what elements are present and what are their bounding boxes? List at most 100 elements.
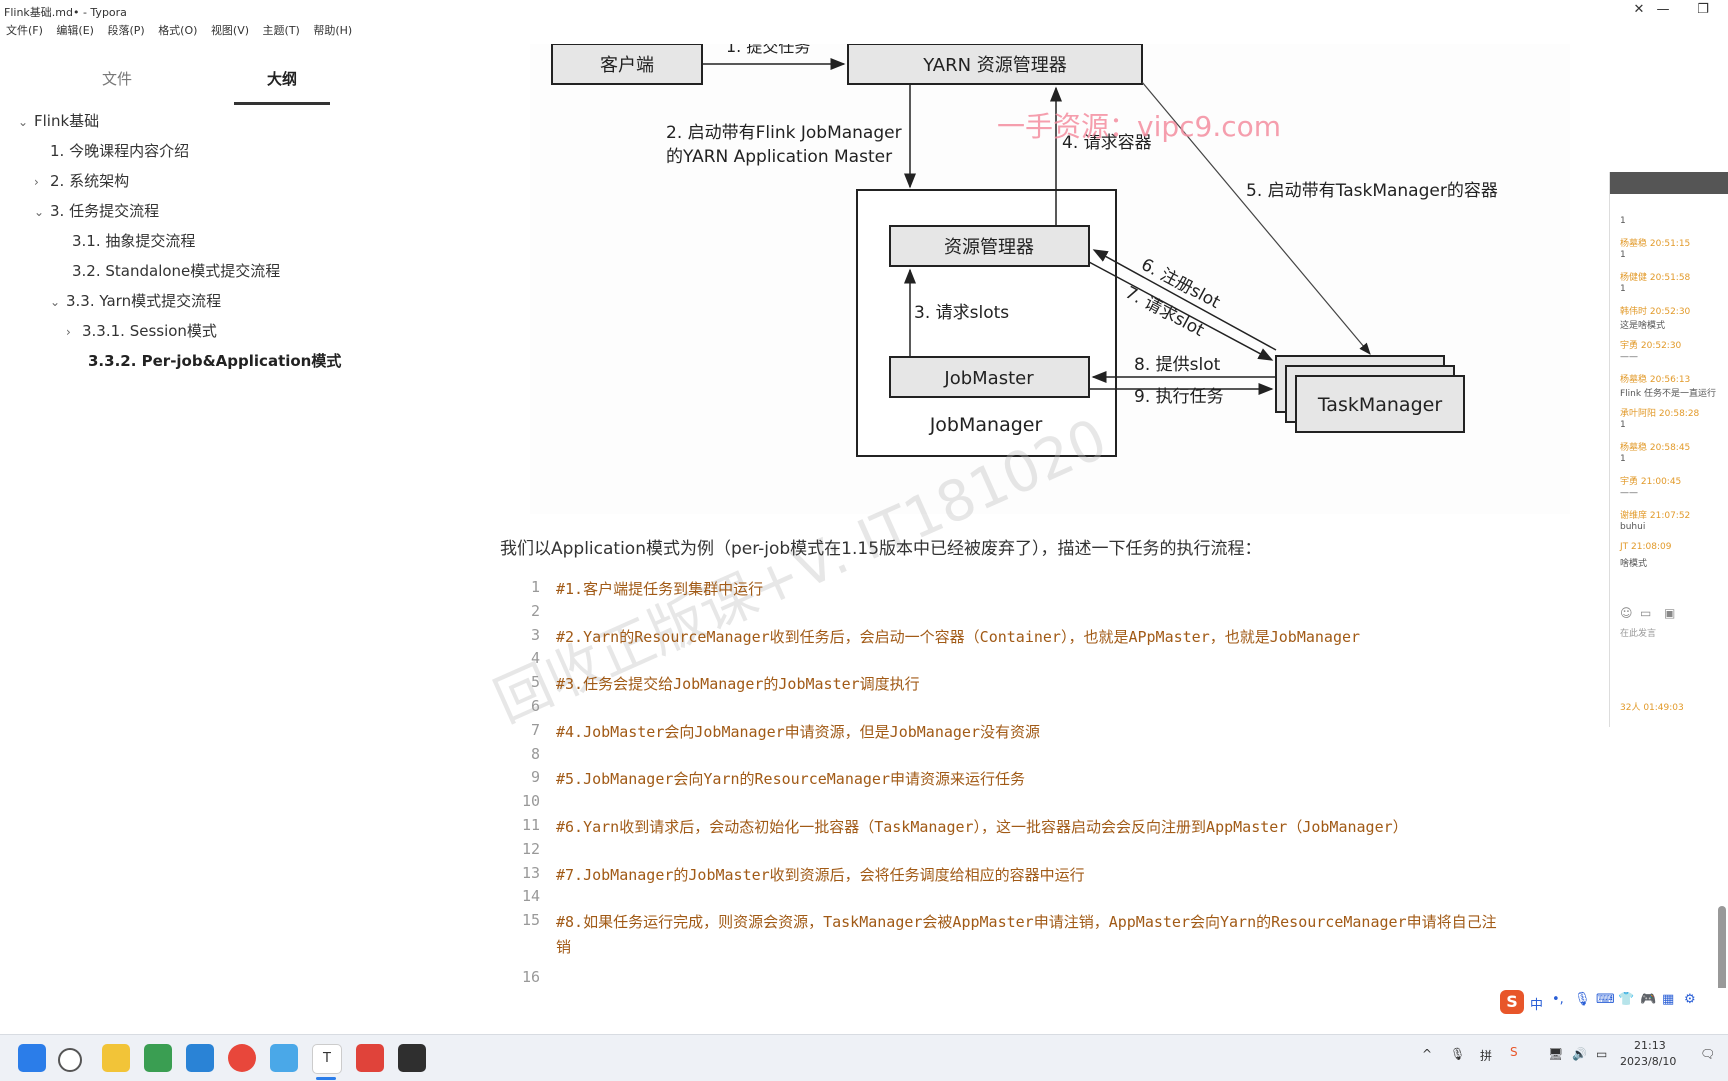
outline-item[interactable]: ⌄ 3. 任务提交流程 <box>34 200 159 221</box>
toolbox-icon[interactable]: ▦ <box>1662 992 1674 1007</box>
image-icon[interactable]: ▣ <box>1664 606 1675 620</box>
menu-format[interactable]: 格式(O) <box>158 24 197 37</box>
outline-label: 1. 今晚课程内容介绍 <box>50 142 190 160</box>
menu-paragraph[interactable]: 段落(P) <box>107 24 144 37</box>
jobmaster-label: JobMaster <box>943 368 1034 389</box>
chat-sender: 杨墓稳 20:56:13 <box>1620 375 1691 385</box>
title-bar: Flink基础.md• - Typora — ❐ <box>0 0 1728 22</box>
code-line[interactable]: 11 #6.Yarn收到请求后，会动态初始化一批容器（TaskManager），这… <box>500 816 1580 842</box>
line-number: 4 <box>530 649 540 667</box>
outline-label: 3.2. Standalone模式提交流程 <box>72 262 281 280</box>
settings-icon[interactable]: ⚙ <box>1684 992 1696 1007</box>
keyboard-icon[interactable]: ⌨ <box>1596 992 1615 1007</box>
search-icon[interactable] <box>58 1048 82 1072</box>
outline-label: 3.1. 抽象提交流程 <box>72 232 196 250</box>
clock-time[interactable]: 21:13 <box>1634 1039 1666 1052</box>
ime-mode[interactable]: 中 <box>1530 994 1543 1013</box>
remote-icon[interactable] <box>186 1044 214 1072</box>
sogou-tray-icon[interactable]: S <box>1510 1045 1518 1059</box>
code-line[interactable]: 10 <box>500 792 1580 818</box>
emoji-icon[interactable]: ☺ <box>1620 606 1633 620</box>
notification-icon[interactable]: 🗨 <box>1700 1047 1715 1061</box>
outline-item[interactable]: ⌄ 3.3. Yarn模式提交流程 <box>50 290 221 311</box>
code-line[interactable]: 16 <box>500 968 1580 994</box>
code-line[interactable]: 5 #3.任务会提交给JobManager的JobMaster调度执行 <box>500 673 1580 699</box>
line-number: 2 <box>530 602 540 620</box>
chat-sender: 韩伟时 20:52:30 <box>1620 307 1691 317</box>
chat-sender: 承叶阿阳 20:58:28 <box>1620 409 1700 419</box>
code-line[interactable]: 12 <box>500 840 1580 866</box>
line-number: 1 <box>530 578 540 596</box>
code-text: #4.JobMaster会向JobManager申请资源，但是JobManage… <box>556 723 1040 741</box>
file-explorer-icon[interactable] <box>102 1044 130 1072</box>
code-text: #1.客户端提任务到集群中运行 <box>556 580 764 598</box>
microphone-icon[interactable]: 🎙 <box>1450 1047 1465 1061</box>
chevron-right-icon[interactable]: › <box>34 175 50 189</box>
outline-item[interactable]: 3.2. Standalone模式提交流程 <box>56 260 280 281</box>
line-number: 11 <box>521 816 540 834</box>
code-line[interactable]: 9 #5.JobManager会向Yarn的ResourceManager申请资源… <box>500 768 1580 794</box>
chat-bubble-icon[interactable]: ▭ <box>1640 606 1651 620</box>
outline-item[interactable]: ⌄ Flink基础 <box>18 110 99 131</box>
step2-label-line1: 2. 启动带有Flink JobManager <box>666 123 902 143</box>
chevron-down-icon[interactable]: ⌄ <box>18 115 34 129</box>
chrome-icon[interactable] <box>228 1044 256 1072</box>
line-number: 6 <box>530 697 540 715</box>
editor-content[interactable]: 客户端 YARN 资源管理器 1. 提交任务 2. 启动带有Flink JobM… <box>470 44 1610 1034</box>
code-text: #6.Yarn收到请求后，会动态初始化一批容器（TaskManager），这一批… <box>556 818 1408 836</box>
menu-theme[interactable]: 主题(T) <box>263 24 300 37</box>
edit-icon[interactable] <box>144 1044 172 1072</box>
game-icon[interactable]: 🎮 <box>1640 992 1656 1007</box>
menu-bar: 文件(F) 编辑(E) 段落(P) 格式(O) 视图(V) 主题(T) 帮助(H… <box>0 22 356 42</box>
chevron-down-icon[interactable]: ⌄ <box>34 205 50 219</box>
client-box-label: 客户端 <box>600 55 654 76</box>
outline-item[interactable]: 1. 今晚课程内容介绍 <box>34 140 189 161</box>
code-text: 销 <box>556 938 572 956</box>
network-icon[interactable]: 🖥 <box>1548 1047 1563 1061</box>
close-button[interactable]: ✕ <box>1624 2 1654 17</box>
chevron-down-icon[interactable]: ⌄ <box>50 295 66 309</box>
taskbar: T ^ 🎙 拼 S 🖥 🔊 ▭ 21:13 2023/8/10 🗨 <box>0 1034 1728 1081</box>
screen-record-icon[interactable] <box>398 1044 426 1072</box>
code-line[interactable]: 4 <box>500 649 1580 675</box>
battery-icon[interactable]: ▭ <box>1596 1047 1607 1061</box>
code-line[interactable]: 1 #1.客户端提任务到集群中运行 <box>500 578 1580 604</box>
step2-label-line2: 的YARN Application Master <box>666 147 892 167</box>
menu-help[interactable]: 帮助(H) <box>313 24 352 37</box>
volume-icon[interactable]: 🔊 <box>1572 1047 1587 1061</box>
tab-outline[interactable]: 大纲 <box>237 68 327 89</box>
clock-date[interactable]: 2023/8/10 <box>1620 1055 1676 1068</box>
menu-edit[interactable]: 编辑(E) <box>56 24 94 37</box>
code-line[interactable]: 14 <box>500 887 1580 913</box>
tray-up-icon[interactable]: ^ <box>1422 1047 1432 1061</box>
punctuation-icon[interactable]: •, <box>1552 992 1564 1007</box>
ime-lang[interactable]: 拼 <box>1480 1047 1492 1064</box>
skin-icon[interactable]: 👕 <box>1618 992 1634 1007</box>
menu-view[interactable]: 视图(V) <box>211 24 249 37</box>
windows-start-icon[interactable] <box>18 1044 46 1072</box>
maximize-button[interactable]: ❐ <box>1688 2 1718 17</box>
chevron-right-icon[interactable]: › <box>66 325 82 339</box>
menu-file[interactable]: 文件(F) <box>6 24 43 37</box>
outline-item[interactable]: › 2. 系统架构 <box>34 170 129 191</box>
tab-files[interactable]: 文件 <box>72 68 162 89</box>
typora-icon[interactable]: T <box>312 1044 342 1074</box>
chat-header <box>1610 172 1728 194</box>
code-line[interactable]: 7 #4.JobMaster会向JobManager申请资源，但是JobManag… <box>500 721 1580 747</box>
code-line[interactable]: 2 <box>500 602 1580 628</box>
sogou-logo-icon[interactable]: S <box>1500 990 1524 1014</box>
code-line[interactable]: 15 #8.如果任务运行完成，则资源会资源，TaskManager会被AppMas… <box>500 911 1580 937</box>
cloud-icon[interactable] <box>270 1044 298 1072</box>
chat-sender: 杨墓稳 20:58:45 <box>1620 443 1691 453</box>
chat-input[interactable]: 在此发言 <box>1620 626 1656 639</box>
ime-toolbar: S 中 •, 🎙 ⌨ 👕 🎮 ▦ ⚙ <box>1500 988 1728 1016</box>
code-line[interactable]: 6 <box>500 697 1580 723</box>
microphone-icon[interactable]: 🎙 <box>1574 992 1591 1007</box>
outline-item[interactable]: 3.1. 抽象提交流程 <box>56 230 195 251</box>
line-number: 14 <box>521 887 540 905</box>
line-number: 5 <box>530 673 540 691</box>
code-line[interactable]: 销 <box>500 936 1580 962</box>
wps-icon[interactable] <box>356 1044 384 1072</box>
outline-item[interactable]: › 3.3.1. Session模式 <box>66 320 217 341</box>
outline-item-active[interactable]: 3.3.2. Per-job&Application模式 <box>72 350 341 371</box>
